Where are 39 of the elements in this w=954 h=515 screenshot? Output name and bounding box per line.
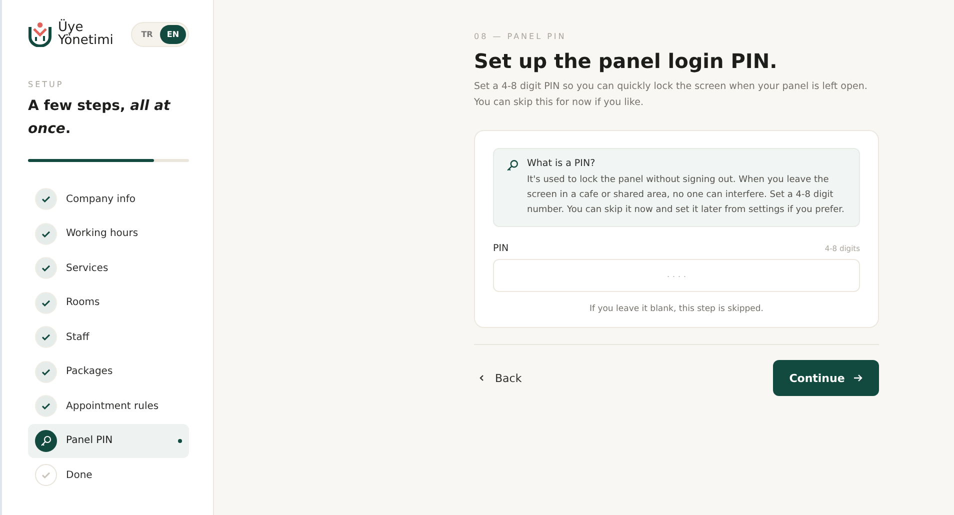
check-icon [41, 401, 51, 412]
step-label: 08 — PANEL PIN [474, 32, 568, 41]
brand-name: Yönetimi [58, 34, 114, 47]
step-item[interactable]: Rooms [28, 286, 189, 320]
section-label: SETUP [28, 80, 65, 89]
language-option[interactable]: EN [160, 24, 186, 44]
check-icon [41, 298, 51, 308]
step-item[interactable]: Working hours [28, 216, 189, 251]
language-option[interactable]: TR [134, 24, 160, 44]
key-icon [506, 159, 519, 172]
step-item[interactable]: Packages [28, 354, 189, 389]
step-item[interactable]: Company info [28, 182, 189, 216]
field-label: PIN [493, 243, 509, 254]
step-item[interactable]: Appointment rules [28, 389, 189, 424]
check-icon [41, 366, 51, 377]
sidebar-heading: A few steps, all at once. [28, 97, 172, 139]
current-dot [178, 438, 182, 443]
step-item[interactable]: Panel PIN [28, 424, 189, 458]
check-icon [41, 470, 51, 480]
key-icon [40, 434, 52, 447]
pin-input-field[interactable]: · · · · [493, 259, 860, 292]
page-title: Set up the panel login PIN. [474, 49, 778, 73]
info-text: It's used to lock the panel without signing out. When you leave the screen in a cafe or shared area, no one can interfere. Set a 4-8 digit number. You can skip it now and set it later from settings if you prefer. [527, 174, 846, 217]
check-icon [41, 263, 51, 274]
check-icon [41, 332, 51, 342]
check-icon [41, 194, 51, 204]
step-item[interactable]: Services [28, 251, 189, 286]
check-icon [41, 228, 51, 239]
page-subtitle: Set a 4-8 digit PIN so you can quickly lock the screen when your panel is left open. You can skip this for now if you like. [474, 80, 868, 110]
continue-button[interactable]: Continue [773, 360, 879, 396]
step-item[interactable]: Staff [28, 320, 189, 354]
info-title: What is a PIN? [527, 158, 596, 169]
back-button[interactable]: Back [474, 366, 526, 390]
step-item[interactable]: Done [28, 458, 189, 492]
brand-name: Üye [58, 21, 84, 34]
logo-icon [28, 21, 52, 47]
chevron-left-icon [478, 374, 486, 382]
field-note: If you leave it blank, this step is skipped. [588, 304, 764, 314]
arrow-right-icon [852, 373, 863, 383]
